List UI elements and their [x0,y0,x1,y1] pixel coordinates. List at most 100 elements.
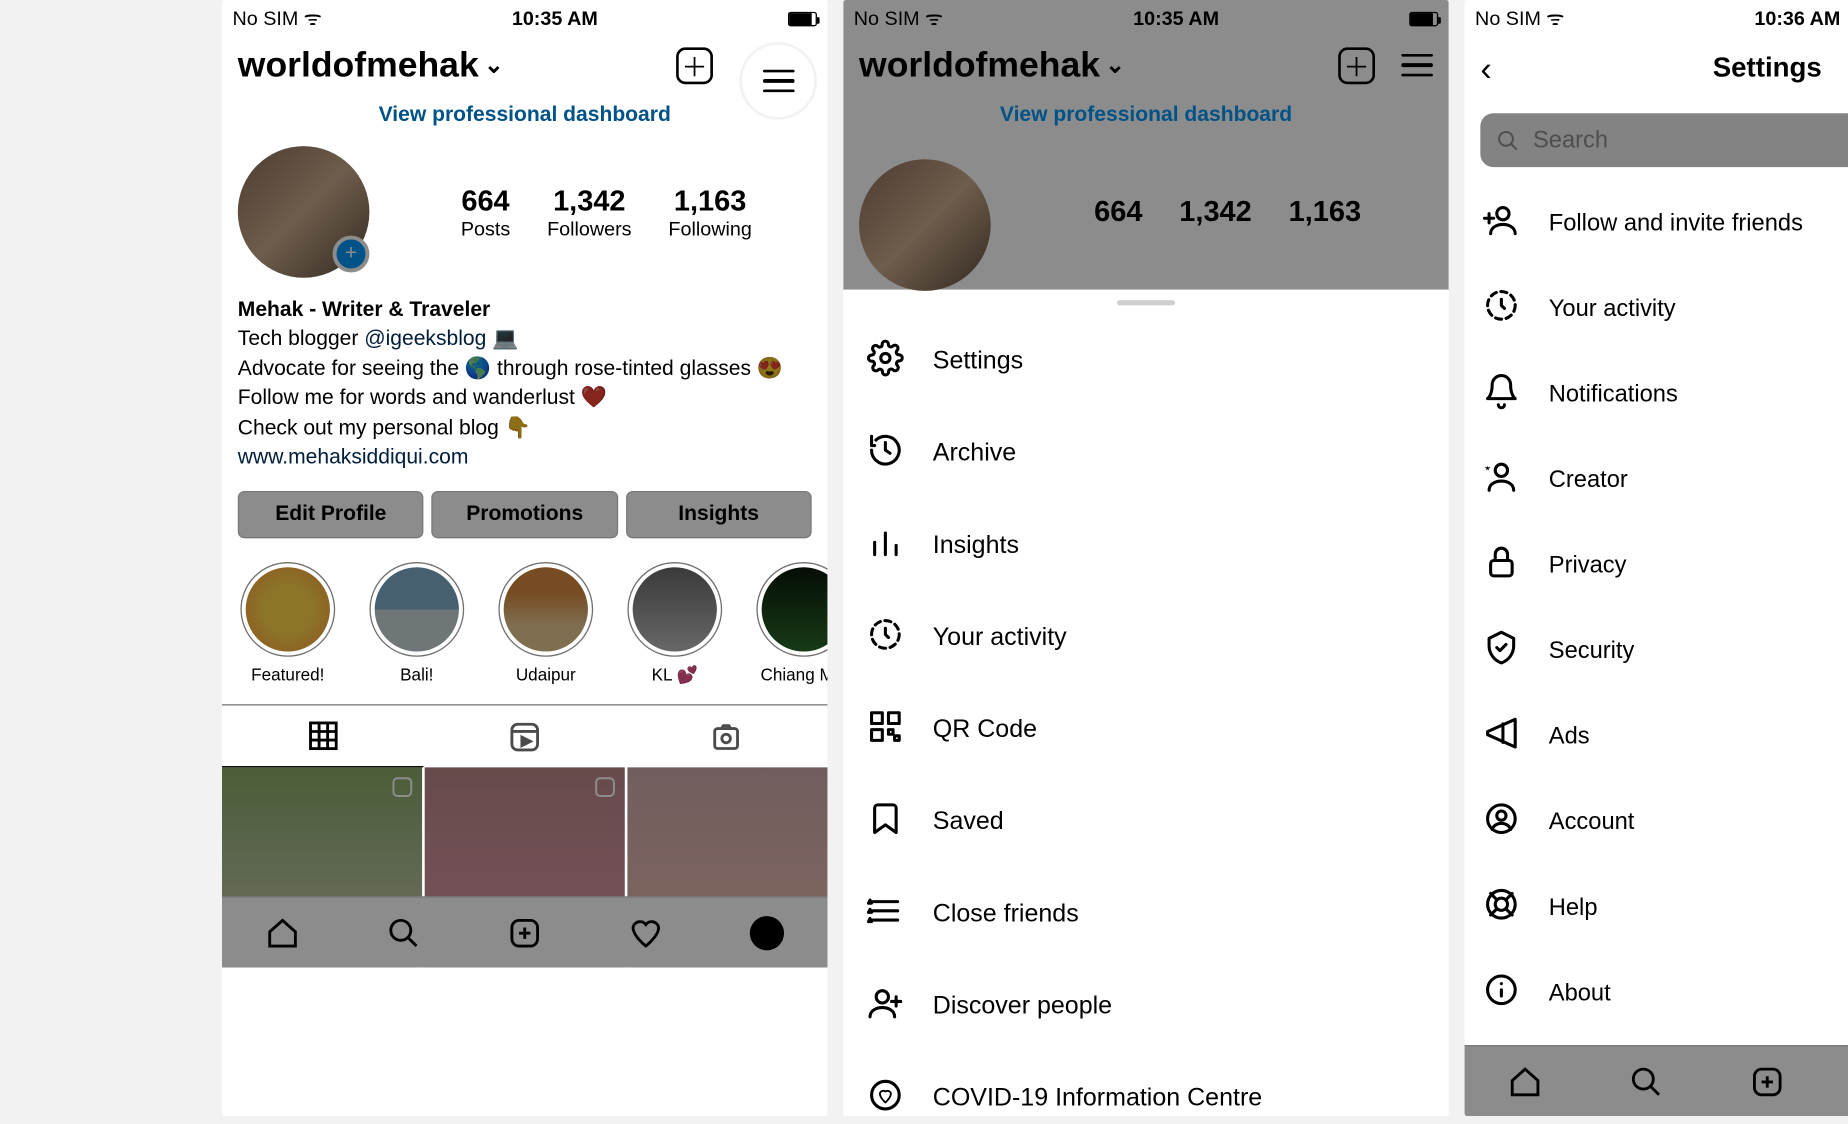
create-icon[interactable] [508,916,542,950]
search-input[interactable]: Search [1480,113,1848,167]
home-icon[interactable] [265,916,299,950]
settings-item-label: Help [1549,894,1598,922]
search-icon[interactable] [387,916,421,950]
settings-header: ‹ Settings [1465,37,1848,100]
stat-following[interactable]: 1,163 [1289,195,1361,229]
carrier-label: No SIM [233,7,299,29]
screenshot-menu-sheet: No SIM ᯤ 10:35 AM worldofmehak⌄ ＋ View p… [843,0,1448,1116]
highlight-item[interactable]: Featured! [238,562,338,686]
create-icon[interactable] [1750,1064,1784,1098]
username-switcher[interactable]: worldofmehak⌄ [859,45,1125,86]
menu-item-insights[interactable]: Insights [843,500,1448,592]
menu-item-label: Close friends [933,900,1079,929]
screenshot-settings: No SIM ᯤ 10:36 AM ‹ Settings Search Foll… [1465,0,1848,1116]
creator-icon [1483,458,1520,501]
professional-dashboard-link[interactable]: View professional dashboard [843,93,1448,146]
promotions-button[interactable]: Promotions [432,491,618,538]
settings-item-follow-invite[interactable]: Follow and invite friends› [1465,180,1848,266]
menu-item-saved[interactable]: Saved [843,777,1448,869]
settings-item-about[interactable]: About› [1465,950,1848,1036]
home-icon[interactable] [1508,1064,1542,1098]
menu-item-close-friends[interactable]: Close friends [843,869,1448,961]
hamburger-menu-button[interactable] [1401,54,1433,77]
menu-item-label: Discover people [933,992,1112,1021]
security-icon [1483,629,1520,672]
menu-item-settings[interactable]: Settings [843,316,1448,408]
create-button[interactable]: ＋ [1338,47,1375,84]
highlight-item[interactable]: KL 💕 [625,562,725,686]
status-bar: No SIM ᯤ 10:35 AM [222,0,827,37]
insights-button[interactable]: Insights [626,491,812,538]
tab-reels[interactable] [424,706,626,768]
stat-followers[interactable]: 1,342 [1179,195,1251,229]
settings-item-account[interactable]: Account› [1465,779,1848,865]
menu-item-activity[interactable]: Your activity [843,592,1448,684]
settings-item-label: Notifications [1549,380,1678,408]
wifi-icon: ᯤ [1546,5,1564,31]
stat-posts[interactable]: 664 [1094,195,1142,229]
tab-tagged[interactable] [626,706,828,768]
covid-icon [867,1077,904,1116]
battery-icon [788,11,817,25]
chevron-down-icon: ⌄ [484,51,504,79]
settings-list: Follow and invite friends›Your activity›… [1465,180,1848,1036]
account-icon [1483,800,1520,843]
settings-item-label: Creator [1549,466,1628,494]
settings-item-notifications[interactable]: Notifications› [1465,351,1848,437]
settings-item-label: Security [1549,637,1635,665]
sheet-handle[interactable] [1117,300,1175,305]
highlight-item[interactable]: Bali! [367,562,467,686]
back-button[interactable]: ‹ [1480,48,1491,89]
stat-posts[interactable]: 664Posts [461,184,510,241]
settings-item-label: Ads [1549,723,1590,751]
reel-icon [593,776,617,800]
add-story-icon[interactable]: + [333,236,370,273]
highlights-row[interactable]: Featured! Bali! Udaipur KL 💕 Chiang Mai [222,557,827,697]
profile-nav-icon[interactable] [750,916,784,950]
wifi-icon: ᯤ [304,5,322,31]
website-link[interactable]: www.mehaksiddiqui.com [238,446,469,468]
highlight-item[interactable]: Udaipur [496,562,596,686]
menu-item-label: Your activity [933,624,1067,653]
help-icon [1483,886,1520,929]
menu-item-qr[interactable]: QR Code [843,684,1448,776]
insights-icon [867,524,904,569]
settings-item-ads[interactable]: Ads› [1465,694,1848,780]
stat-followers[interactable]: 1,342Followers [547,184,631,241]
activity-icon[interactable] [629,916,663,950]
profile-tabs [222,705,827,768]
settings-item-activity[interactable]: Your activity› [1465,266,1848,352]
professional-dashboard-link[interactable]: View professional dashboard [222,93,827,146]
settings-item-creator[interactable]: Creator› [1465,437,1848,523]
bottom-nav [222,897,827,968]
settings-item-help[interactable]: Help› [1465,865,1848,951]
search-icon[interactable] [1629,1064,1663,1098]
menu-item-label: Saved [933,808,1004,837]
clock: 10:36 AM [1754,7,1840,29]
qr-icon [867,708,904,753]
create-button[interactable]: ＋ [676,47,713,84]
page-title: Settings [1713,53,1822,85]
menu-item-covid[interactable]: COVID-19 Information Centre [843,1053,1448,1116]
edit-profile-button[interactable]: Edit Profile [238,491,424,538]
username-switcher[interactable]: worldofmehak⌄ [238,45,504,86]
avatar[interactable] [859,159,991,291]
highlight-item[interactable]: Chiang Mai [754,562,828,686]
settings-item-label: Account [1549,808,1635,836]
menu-item-archive[interactable]: Archive [843,408,1448,500]
search-placeholder: Search [1533,126,1608,154]
hamburger-menu-button[interactable] [742,45,814,117]
mention-link[interactable]: @igeeksblog [364,328,486,350]
status-bar: No SIM ᯤ 10:35 AM [843,0,1448,37]
settings-item-security[interactable]: Security› [1465,608,1848,694]
notifications-icon [1483,372,1520,415]
tab-grid[interactable] [222,706,424,768]
menu-item-discover[interactable]: Discover people [843,961,1448,1053]
settings-item-privacy[interactable]: Privacy› [1465,523,1848,609]
avatar[interactable]: + [238,146,370,278]
display-name: Mehak - Writer & Traveler [238,296,812,325]
bottom-nav [1465,1045,1848,1116]
ads-icon [1483,715,1520,758]
stat-following[interactable]: 1,163Following [668,184,751,241]
clock: 10:35 AM [1133,7,1219,29]
